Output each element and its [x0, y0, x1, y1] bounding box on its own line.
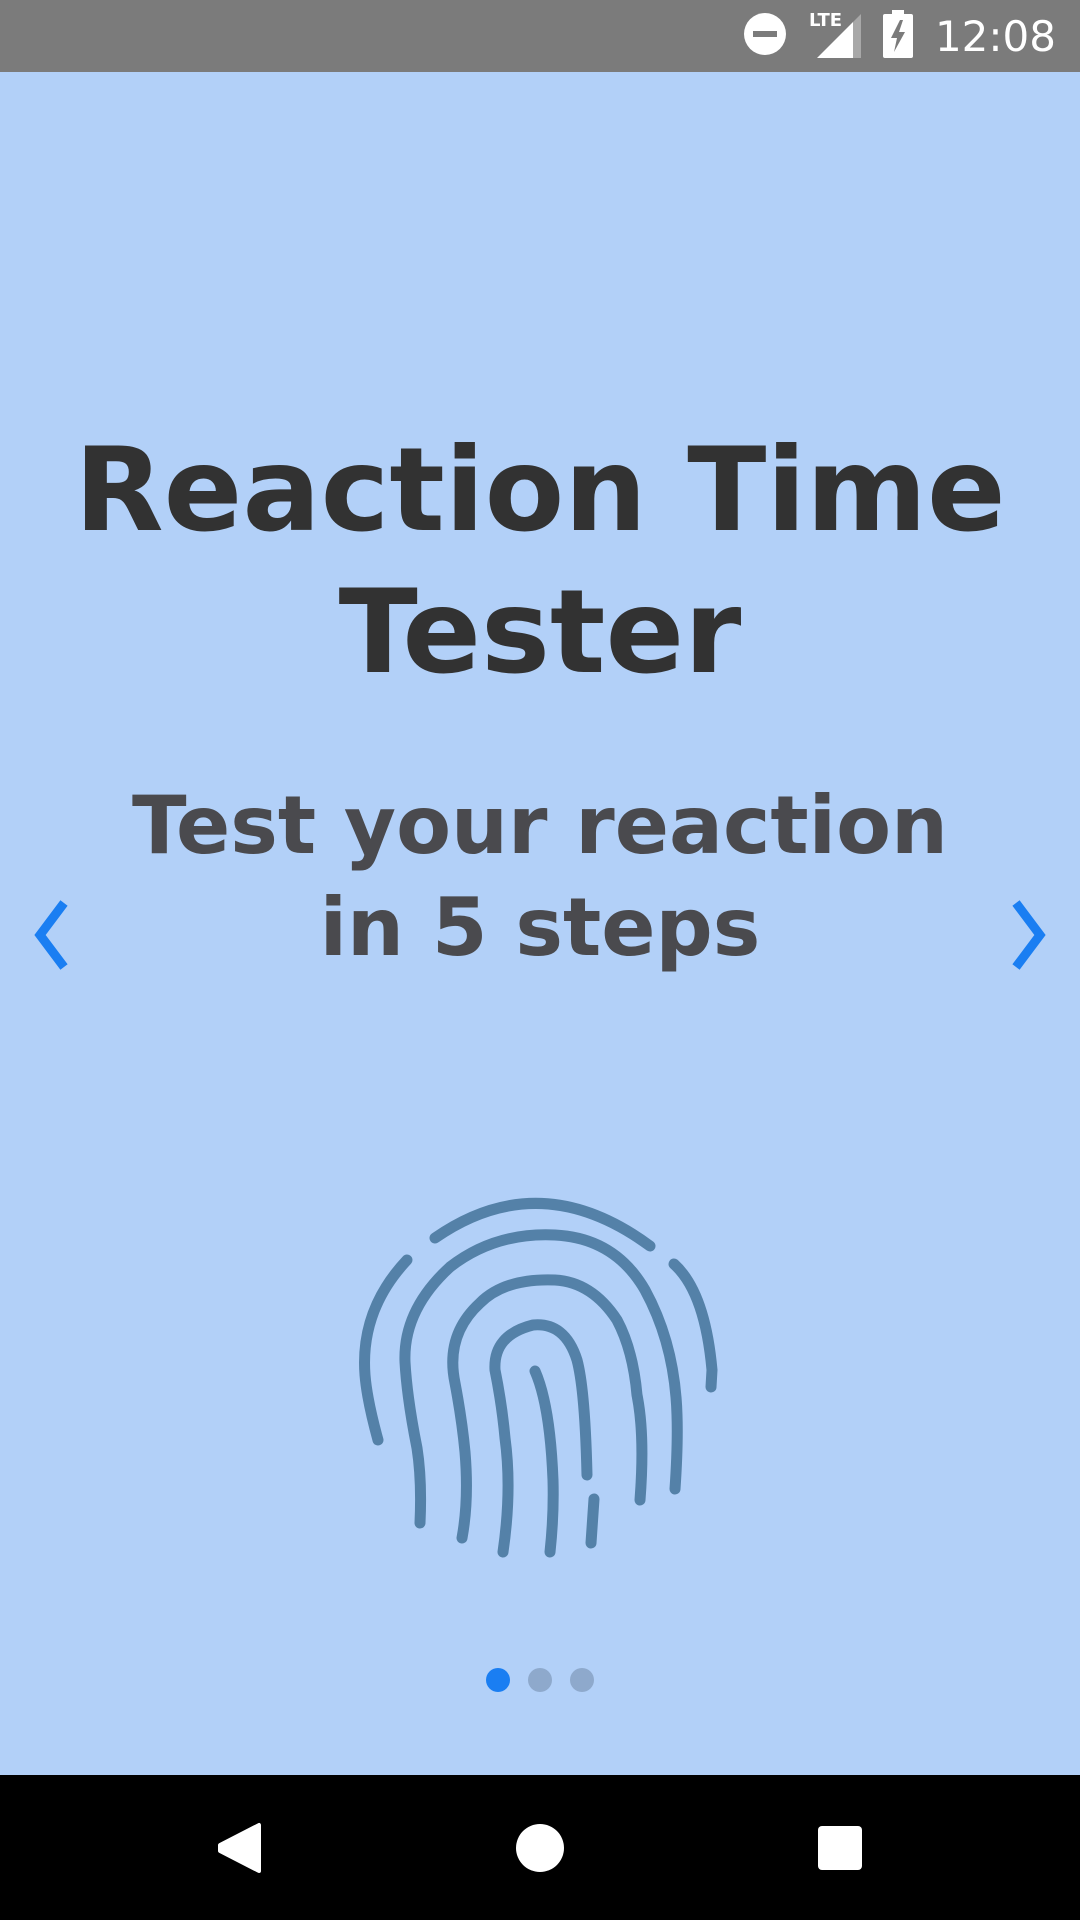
home-button[interactable] [480, 1775, 600, 1920]
next-page-button[interactable] [996, 895, 1056, 975]
back-icon [218, 1822, 261, 1873]
fingerprint-icon [359, 1198, 718, 1558]
page-indicator [0, 1668, 1080, 1692]
back-button[interactable] [180, 1775, 300, 1920]
fingerprint-illustration [355, 1190, 725, 1570]
previous-page-button[interactable] [24, 895, 84, 975]
onboarding-subtitle: Test your reaction in 5 steps [0, 775, 1080, 979]
do-not-disturb-icon [743, 12, 787, 60]
battery-charging-icon [882, 10, 913, 62]
page-dot-3[interactable] [570, 1668, 594, 1692]
status-bar: LTE 12:08 [0, 0, 1080, 72]
navigation-bar [0, 1775, 1080, 1920]
page-dot-1[interactable] [486, 1668, 510, 1692]
subtitle-line-2: in 5 steps [319, 881, 761, 974]
page-dot-2[interactable] [528, 1668, 552, 1692]
app-title-line-2: Tester [338, 565, 742, 700]
status-time: 12:08 [934, 11, 1056, 61]
signal-icon: LTE [809, 10, 861, 60]
app-title: Reaction Time Tester [0, 420, 1080, 704]
onboarding-screen: LTE 12:08 Reaction Time Tester Test your… [0, 0, 1080, 1920]
subtitle-line-1: Test your reaction [132, 779, 948, 872]
home-icon [516, 1823, 564, 1872]
chevron-right-icon [1012, 900, 1046, 970]
recents-icon [818, 1825, 862, 1870]
app-title-line-1: Reaction Time [74, 423, 1006, 558]
status-icons: LTE 12:08 [743, 0, 1056, 72]
recents-button[interactable] [780, 1775, 900, 1920]
chevron-left-icon [34, 900, 68, 970]
